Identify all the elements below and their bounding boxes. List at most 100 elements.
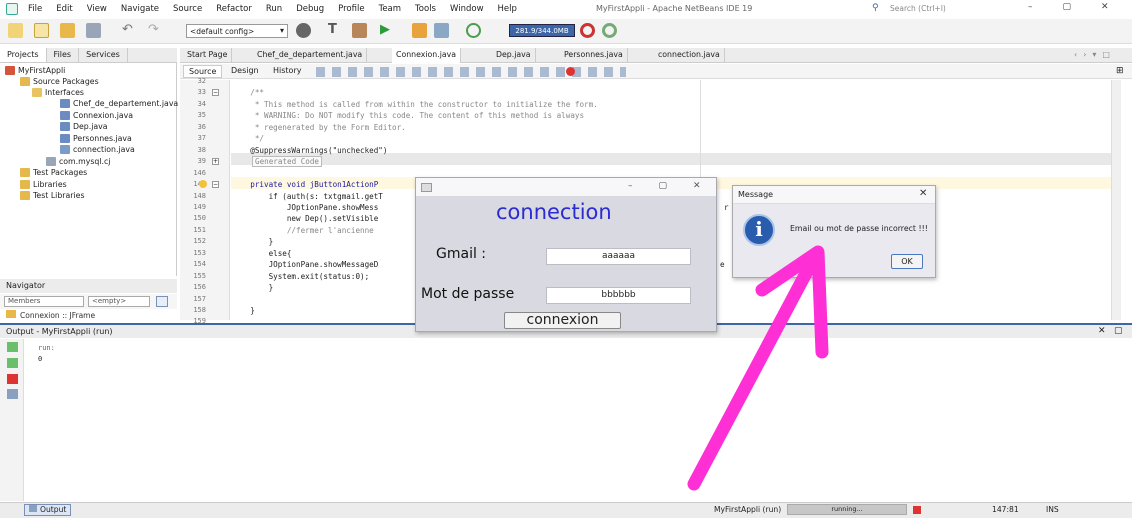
debug-icon[interactable] [412, 23, 427, 38]
profile-icon[interactable] [434, 23, 449, 38]
hint-bulb-icon[interactable] [199, 180, 207, 188]
tree-item-test-libraries[interactable]: Test Libraries [20, 191, 85, 200]
tab-connection[interactable]: connection.java [654, 48, 725, 63]
ok-button[interactable]: OK [891, 254, 923, 269]
menu-navigate[interactable]: Navigate [121, 4, 159, 14]
gc-icon[interactable] [580, 23, 595, 38]
stop-icon[interactable] [7, 374, 18, 384]
members-select[interactable]: Members [4, 296, 84, 307]
build-hammer-icon[interactable]: T [328, 23, 343, 38]
search-input[interactable]: Search (Ctrl+I) [890, 4, 946, 13]
new-file-icon[interactable] [34, 23, 49, 38]
tree-item-source-packages[interactable]: Source Packages [20, 77, 99, 86]
menu-team[interactable]: Team [379, 4, 401, 14]
menu-file[interactable]: File [28, 4, 42, 14]
code-line[interactable]: /** [232, 88, 264, 97]
open-project-icon[interactable] [60, 23, 75, 38]
connexion-button[interactable]: connexion [504, 312, 621, 329]
password-field[interactable]: bbbbbb [546, 287, 691, 304]
clean-build-icon[interactable] [352, 23, 367, 38]
record-macro-icon[interactable] [566, 67, 575, 76]
fold-toggle-icon[interactable]: + [212, 158, 219, 165]
code-line[interactable]: } [232, 283, 274, 292]
rerun-icon[interactable] [7, 342, 18, 352]
code-line[interactable]: if (auth(s: txtgmail.getT [232, 192, 383, 201]
code-line[interactable]: else{ [232, 249, 292, 258]
code-line[interactable]: * WARNING: Do NOT modify this code. The … [232, 111, 584, 120]
tab-services[interactable]: Services [79, 48, 128, 62]
generated-code-box[interactable]: Generated Code [252, 156, 323, 167]
redo-icon[interactable]: ↷ [148, 23, 163, 38]
settings-icon[interactable] [7, 389, 18, 399]
code-line[interactable]: new Dep().setVisible [232, 214, 378, 223]
tree-item-project[interactable]: MyFirstAppli [5, 66, 65, 75]
code-line[interactable]: } [232, 237, 274, 246]
menu-edit[interactable]: Edit [56, 4, 72, 14]
tab-design[interactable]: Design [226, 65, 264, 76]
minimize-icon[interactable]: – [628, 181, 633, 191]
tree-item-file[interactable]: Personnes.java [60, 134, 132, 143]
menu-view[interactable]: View [87, 4, 107, 14]
close-output-icon[interactable]: ✕ [1098, 326, 1106, 336]
fold-toggle-icon[interactable]: − [212, 181, 219, 188]
menu-tools[interactable]: Tools [415, 4, 436, 14]
code-line[interactable]: System.exit(status:0); [232, 272, 370, 281]
menu-window[interactable]: Window [450, 4, 484, 14]
profile-ide-icon[interactable] [602, 23, 617, 38]
navigator-view-icon[interactable] [156, 296, 168, 307]
navigator-item[interactable]: Connexion :: JFrame [6, 310, 95, 320]
tab-history[interactable]: History [268, 65, 306, 76]
cancel-task-icon[interactable] [913, 506, 921, 514]
tree-item-test-packages[interactable]: Test Packages [20, 168, 87, 177]
fold-toggle-icon[interactable]: − [212, 89, 219, 96]
menu-help[interactable]: Help [498, 4, 517, 14]
tab-start-page[interactable]: Start Page [183, 48, 233, 63]
new-project-icon[interactable] [8, 23, 23, 38]
memory-indicator[interactable]: 281.9/344.0MB [509, 24, 575, 37]
code-line[interactable]: } [232, 306, 255, 315]
menu-profile[interactable]: Profile [338, 4, 364, 14]
code-line[interactable]: JOptionPane.showMess [232, 203, 378, 212]
menu-refactor[interactable]: Refactor [216, 4, 252, 14]
tab-dep[interactable]: Dep.java [492, 48, 536, 63]
minimize-icon[interactable]: – [1028, 2, 1033, 12]
set-project-config-icon[interactable] [296, 23, 311, 38]
tab-projects[interactable]: Projects [0, 48, 47, 62]
split-editor-icon[interactable]: ⊞ [1116, 66, 1124, 76]
code-line[interactable]: * regenerated by the Form Editor. [232, 123, 406, 132]
code-line[interactable]: @SuppressWarnings("unchecked") [232, 146, 387, 155]
tree-item-package[interactable]: com.mysql.cj [46, 157, 110, 166]
tab-chef-de-departement[interactable]: Chef_de_departement.java [253, 48, 368, 63]
tree-item-file[interactable]: Connexion.java [60, 111, 133, 120]
tree-item-file[interactable]: connection.java [60, 145, 135, 154]
menu-debug[interactable]: Debug [296, 4, 324, 14]
apply-code-changes-icon[interactable] [466, 23, 481, 38]
close-icon[interactable]: ✕ [919, 188, 927, 199]
editor-tools-icons[interactable] [316, 67, 626, 77]
undo-icon[interactable]: ↶ [122, 23, 137, 38]
rerun-customized-icon[interactable] [7, 358, 18, 368]
close-icon[interactable]: ✕ [1101, 2, 1109, 12]
save-all-icon[interactable] [86, 23, 101, 38]
progress-bar[interactable]: running... [787, 504, 907, 515]
maximize-output-icon[interactable]: ▢ [1114, 326, 1123, 336]
filter-select[interactable]: <empty> [88, 296, 150, 307]
code-line[interactable]: * This method is called from within the … [232, 100, 598, 109]
tree-item-libraries[interactable]: Libraries [20, 180, 67, 189]
output-window-button[interactable]: Output [24, 504, 72, 516]
code-line[interactable]: JOptionPane.showMessageD [232, 260, 379, 269]
code-line[interactable]: //fermer l'ancienne [232, 226, 374, 235]
code-line[interactable]: */ [232, 134, 264, 143]
tab-personnes[interactable]: Personnes.java [560, 48, 628, 63]
tree-item-file[interactable]: Dep.java [60, 122, 108, 131]
tab-scroll-icon[interactable]: ‹›▾□ [1074, 50, 1116, 59]
config-select[interactable]: <default config> [186, 24, 288, 38]
close-icon[interactable]: ✕ [693, 181, 701, 191]
gmail-field[interactable]: aaaaaa [546, 248, 691, 265]
tree-item-file[interactable]: Chef_de_departement.java [60, 99, 178, 108]
menu-run[interactable]: Run [266, 4, 282, 14]
maximize-icon[interactable]: ▢ [1063, 2, 1072, 12]
editor-scrollbar[interactable] [1111, 80, 1121, 320]
tab-connexion[interactable]: Connexion.java [392, 48, 462, 63]
menu-source[interactable]: Source [173, 4, 202, 14]
